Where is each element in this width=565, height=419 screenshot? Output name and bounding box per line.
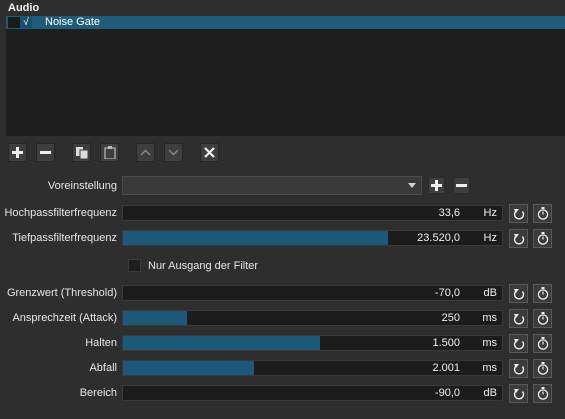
param-label-hochpassfilterfrequenz: Hochpassfilterfrequenz [4,207,117,219]
stopwatch-icon [537,287,548,300]
param-unit: ms [482,337,497,349]
keyframe-button[interactable] [533,359,552,378]
deselect-filter-button[interactable] [200,143,219,162]
preset-combo[interactable] [122,176,422,195]
param-slider-bereich[interactable]: -90,0 dB [122,385,503,401]
param-slider-tiefpassfilterfrequenz[interactable]: 23.520,0 Hz [122,230,503,246]
save-preset-button[interactable] [428,177,445,194]
chevron-up-icon [140,149,151,156]
stopwatch-icon [537,337,548,350]
reset-button[interactable] [509,229,528,248]
param-slider-halten[interactable]: 1.500 ms [122,335,503,351]
keyframe-button[interactable] [533,204,552,223]
param-label-halten: Halten [85,337,117,349]
filter-list[interactable]: √ Noise Gate [6,16,565,136]
copy-icon [75,146,88,159]
plus-icon [431,180,442,191]
minus-icon [40,151,51,154]
slider-fill [123,361,254,375]
param-unit: Hz [483,232,497,244]
param-slider-grenzwert-threshold[interactable]: -70,0 dB [122,285,503,301]
param-slider-ansprechzeit-attack[interactable]: 250 ms [122,310,503,326]
row-handle [8,17,20,28]
param-value[interactable]: -90,0 [435,386,460,400]
move-down-button[interactable] [164,143,183,162]
delete-preset-button[interactable] [453,177,470,194]
chevron-down-icon [168,149,179,156]
param-slider-abfall[interactable]: 2.001 ms [122,360,503,376]
reset-icon [513,338,524,350]
output-only-checkbox[interactable] [128,259,141,272]
param-value[interactable]: 2.001 [432,361,460,375]
stopwatch-icon [537,312,548,325]
param-unit: Hz [483,207,497,219]
stopwatch-icon [537,362,548,375]
param-value[interactable]: 23.520,0 [417,231,460,245]
reset-icon [513,313,524,325]
param-unit: dB [483,387,497,399]
reset-icon [513,363,524,375]
reset-icon [513,233,524,245]
reset-icon [513,208,524,220]
stopwatch-icon [537,387,548,400]
panel-title: Audio [8,2,40,14]
param-label-ansprechzeit-attack: Ansprechzeit (Attack) [12,312,117,324]
slider-fill [123,231,389,245]
reset-button[interactable] [509,284,528,303]
param-unit: ms [482,362,497,374]
reset-icon [513,388,524,400]
dropdown-arrow-icon [408,183,416,188]
keyframe-button[interactable] [533,384,552,403]
slider-fill [123,336,321,350]
keyframe-button[interactable] [533,284,552,303]
paste-filter-button[interactable] [100,143,119,162]
param-label-abfall: Abfall [89,362,117,374]
stopwatch-icon [537,207,548,220]
param-unit: dB [483,287,497,299]
param-label-bereich: Bereich [79,387,117,399]
param-slider-hochpassfilterfrequenz[interactable]: 33,6 Hz [122,205,503,221]
param-label-grenzwert-threshold: Grenzwert (Threshold) [6,287,117,299]
add-filter-button[interactable] [8,143,27,162]
filter-name: Noise Gate [45,16,101,28]
reset-button[interactable] [509,204,528,223]
reset-button[interactable] [509,359,528,378]
stopwatch-icon [537,232,548,245]
reset-icon [513,288,524,300]
keyframe-button[interactable] [533,309,552,328]
filter-enabled-checkbox[interactable]: √ [20,17,32,28]
plus-icon [12,147,23,158]
output-only-label: Nur Ausgang der Filter [148,260,259,272]
keyframe-button[interactable] [533,229,552,248]
copy-filter-button[interactable] [72,143,91,162]
keyframe-button[interactable] [533,334,552,353]
close-icon [204,147,215,158]
reset-button[interactable] [509,384,528,403]
paste-icon [103,146,116,159]
param-value[interactable]: 250 [442,311,460,325]
param-value[interactable]: 33,6 [439,206,460,220]
reset-button[interactable] [509,309,528,328]
param-value[interactable]: 1.500 [432,336,460,350]
param-unit: ms [482,312,497,324]
filter-row-noise-gate[interactable]: √ Noise Gate [6,16,565,29]
slider-fill [123,311,188,325]
reset-button[interactable] [509,334,528,353]
param-value[interactable]: -70,0 [435,286,460,300]
param-label-tiefpassfilterfrequenz: Tiefpassfilterfrequenz [12,232,117,244]
remove-filter-button[interactable] [36,143,55,162]
preset-label: Voreinstellung [47,180,117,192]
minus-icon [456,184,467,187]
move-up-button[interactable] [136,143,155,162]
